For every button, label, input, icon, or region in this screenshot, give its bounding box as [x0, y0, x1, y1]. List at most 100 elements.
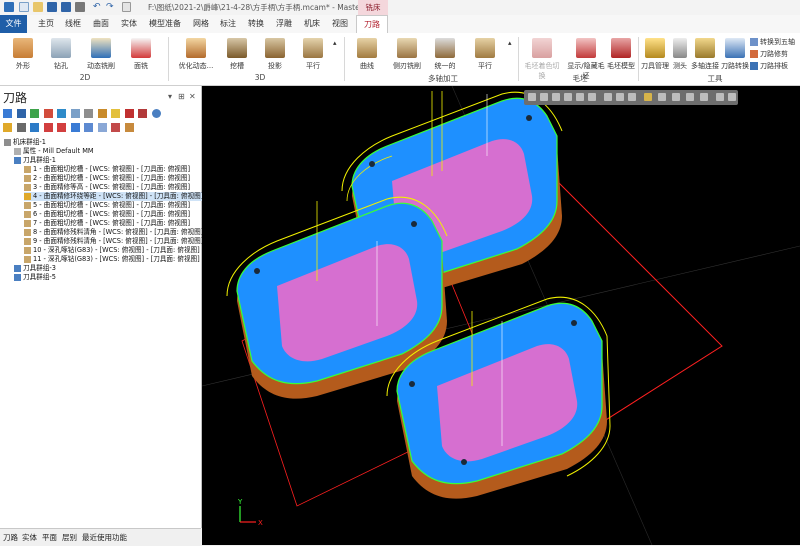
tab-home[interactable]: 主页 — [34, 15, 58, 33]
tree-node-properties[interactable]: 属性 - Mill Default MM — [14, 147, 94, 156]
tree-node-tool-group-5[interactable]: 刀具群组-5 — [14, 273, 56, 282]
tab-machine[interactable]: 机床 — [300, 15, 324, 33]
tree-node-op-3[interactable]: 3 - 曲面精修等高 - [WCS: 俯视图] - [刀具面: 俯视图] — [24, 183, 190, 192]
panel-pin-icon[interactable]: ⊞ — [178, 92, 185, 101]
lock-icon[interactable] — [3, 123, 12, 132]
verify-icon[interactable] — [70, 109, 80, 118]
multiaxis-link-button[interactable]: 多轴连接 — [690, 36, 720, 71]
panel-menu-icon[interactable]: ▾ — [168, 92, 172, 101]
backplot-icon[interactable] — [57, 109, 67, 118]
undo-icon[interactable]: ↶ — [93, 2, 103, 12]
gallery-expand-icon[interactable]: ▴ — [508, 39, 512, 47]
g1-icon[interactable] — [111, 109, 121, 118]
select-invalid-icon[interactable] — [16, 109, 26, 118]
tab-recent-functions-panel[interactable]: 最近使用功能 — [82, 532, 127, 543]
drill-button[interactable]: 钻孔 — [46, 36, 76, 71]
panel-close-icon[interactable]: ✕ — [189, 92, 196, 101]
tab-annotate[interactable]: 标注 — [216, 15, 240, 33]
help-icon[interactable] — [152, 109, 162, 118]
tab-levels-panel[interactable]: 层别 — [62, 532, 77, 543]
tab-solids-panel[interactable]: 实体 — [22, 532, 37, 543]
tab-wireframe[interactable]: 线框 — [61, 15, 85, 33]
attributes-icon[interactable] — [686, 93, 694, 101]
contour-button[interactable]: 外形 — [8, 36, 38, 71]
curve-button[interactable]: 曲线 — [352, 36, 382, 71]
expand-icon[interactable] — [97, 123, 107, 132]
tree-node-machine-group[interactable]: 机床群组-1 — [4, 138, 46, 147]
pocket-3d-button[interactable]: 挖槽 — [222, 36, 252, 71]
select-all-icon[interactable] — [3, 109, 12, 118]
show-holder-icon[interactable] — [124, 123, 134, 132]
new-file-icon[interactable] — [19, 2, 29, 12]
tab-relief[interactable]: 浮雕 — [272, 15, 296, 33]
tree-node-op-4[interactable]: 4 - 曲面精修环绕等距 - [WCS: 俯视图] - [刀具面: 俯视图] — [24, 192, 204, 201]
highfeed-icon[interactable] — [124, 109, 134, 118]
tab-toolpaths-panel[interactable]: 刀路 — [3, 532, 18, 543]
show-tool-icon[interactable] — [111, 123, 121, 132]
tab-surfaces[interactable]: 曲面 — [89, 15, 113, 33]
print-icon[interactable] — [75, 2, 85, 12]
shaded-icon[interactable] — [616, 93, 624, 101]
zoom-icon[interactable] — [564, 93, 572, 101]
parallel-3d-button[interactable]: 平行 — [298, 36, 328, 71]
regenerate-dirty-icon[interactable] — [43, 109, 53, 118]
open-icon[interactable] — [33, 2, 43, 12]
tree-node-op-7[interactable]: 7 - 曲面粗切挖槽 - [WCS: 俯视图] - [刀具面: 俯视图] — [24, 219, 190, 228]
tab-planes-panel[interactable]: 平面 — [42, 532, 57, 543]
fit-icon[interactable] — [552, 93, 560, 101]
simulate-icon[interactable] — [84, 109, 94, 118]
tree-node-tool-group-3[interactable]: 刀具群组-3 — [14, 264, 56, 273]
save-as-icon[interactable] — [61, 2, 71, 12]
line-style-icon[interactable] — [672, 93, 680, 101]
toggle-display-icon[interactable] — [16, 123, 26, 132]
tab-transform[interactable]: 转换 — [244, 15, 268, 33]
tool-manager-button[interactable]: 刀具管理 — [640, 36, 670, 71]
regenerate-icon[interactable] — [30, 109, 40, 118]
tree-node-op-2[interactable]: 2 - 曲面粗切挖槽 - [WCS: 俯视图] - [刀具面: 俯视图] — [24, 174, 190, 183]
tab-view[interactable]: 视图 — [328, 15, 352, 33]
select-mode-icon[interactable] — [528, 93, 536, 101]
tree-node-op-5[interactable]: 5 - 曲面粗切挖槽 - [WCS: 俯视图] - [刀具面: 俯视图] — [24, 201, 190, 210]
dynamic-mill-button[interactable]: 动态铣削 — [84, 36, 118, 71]
redo-icon[interactable]: ↷ — [106, 2, 116, 12]
clear-color-icon[interactable] — [700, 93, 708, 101]
delete-icon[interactable] — [138, 109, 148, 118]
settings-icon[interactable] — [716, 93, 724, 101]
unified-button[interactable]: 统一的 — [430, 36, 460, 71]
toolpath-transform-button[interactable]: 刀路转换 — [720, 36, 750, 71]
tree-node-op-9[interactable]: 9 - 曲面精修残料清角 - [WCS: 俯视图] - [刀具面: 俯视图] — [24, 237, 203, 246]
graphics-viewport[interactable]: Y X — [202, 86, 800, 545]
probe-button[interactable]: 测头 — [670, 36, 690, 71]
save-icon[interactable] — [47, 2, 57, 12]
face-button[interactable]: 面铣 — [126, 36, 156, 71]
tab-toolpaths[interactable]: 刀路 — [356, 15, 388, 34]
level-icon[interactable] — [658, 93, 666, 101]
tab-file[interactable]: 文件 — [0, 15, 27, 33]
tree-node-op-11[interactable]: 11 - 深孔啄钻(G83) - [WCS: 俯视图] - [刀具面: 俯视图] — [24, 255, 200, 264]
view-icon[interactable] — [628, 93, 636, 101]
move-down-icon[interactable] — [43, 123, 53, 132]
tab-solids[interactable]: 实体 — [117, 15, 141, 33]
swarf-button[interactable]: 侧刃铣削 — [390, 36, 424, 71]
convert-to-5axis-button[interactable]: 转换到五轴 — [750, 37, 795, 47]
tree-node-tool-group-1[interactable]: 刀具群组-1 — [14, 156, 56, 165]
file-icon[interactable] — [122, 2, 131, 12]
post-toggle-icon[interactable] — [30, 123, 40, 132]
color-icon[interactable] — [644, 93, 652, 101]
tab-mesh[interactable]: 网格 — [189, 15, 213, 33]
post-icon[interactable] — [97, 109, 107, 118]
project-button[interactable]: 投影 — [260, 36, 290, 71]
tree-node-op-1[interactable]: 1 - 曲面粗切挖槽 - [WCS: 俯视图] - [刀具面: 俯视图] — [24, 165, 190, 174]
wireframe-icon[interactable] — [604, 93, 612, 101]
tree-node-op-6[interactable]: 6 - 曲面粗切挖槽 - [WCS: 俯视图] - [刀具面: 俯视图] — [24, 210, 190, 219]
chain-icon[interactable] — [540, 93, 548, 101]
tree-node-op-10[interactable]: 10 - 深孔啄钻(G83) - [WCS: 俯视图] - [刀具面: 俯视图] — [24, 246, 200, 255]
collapse-icon[interactable] — [84, 123, 94, 132]
pan-icon[interactable] — [576, 93, 584, 101]
rotate-icon[interactable] — [588, 93, 596, 101]
parallel-multiaxis-button[interactable]: 平行 — [470, 36, 500, 71]
stock-shading-button[interactable]: 毛坯着色切换 — [522, 36, 562, 81]
tab-model-prep[interactable]: 模型准备 — [145, 15, 185, 33]
tree-node-op-8[interactable]: 8 - 曲面精修残料清角 - [WCS: 俯视图] - [刀具面: 俯视图] — [24, 228, 203, 237]
trim-toolpath-button[interactable]: 刀路修剪 — [750, 49, 788, 59]
